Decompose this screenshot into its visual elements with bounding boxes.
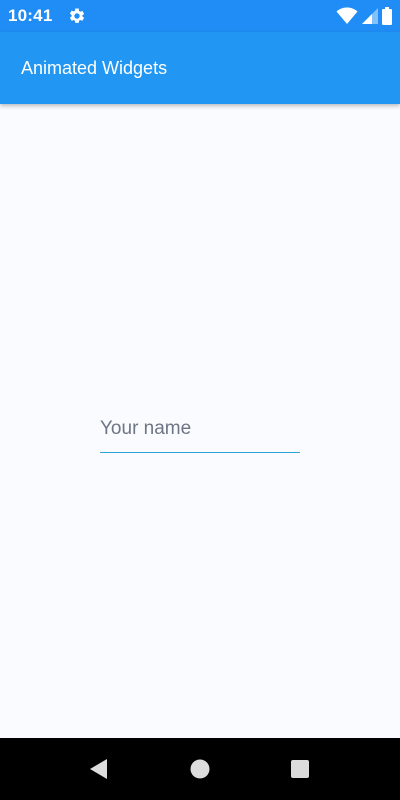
- recents-icon[interactable]: [288, 757, 312, 781]
- status-time: 10:41: [8, 6, 53, 25]
- navigation-bar: [0, 738, 400, 800]
- battery-icon: [382, 7, 392, 25]
- app-title: Animated Widgets: [21, 58, 168, 78]
- status-icons: [336, 6, 392, 26]
- content-area: [0, 104, 400, 738]
- wifi-icon: [336, 7, 358, 24]
- settings-gear-icon: [69, 8, 85, 23]
- back-icon[interactable]: [87, 757, 111, 781]
- status-bar: 10:41: [0, 0, 400, 32]
- name-input[interactable]: [100, 406, 300, 453]
- app-bar: Animated Widgets: [0, 32, 400, 104]
- signal-icon: [362, 8, 378, 24]
- app-screen: 10:41 Animated Widgets: [0, 0, 400, 800]
- home-icon[interactable]: [188, 757, 212, 781]
